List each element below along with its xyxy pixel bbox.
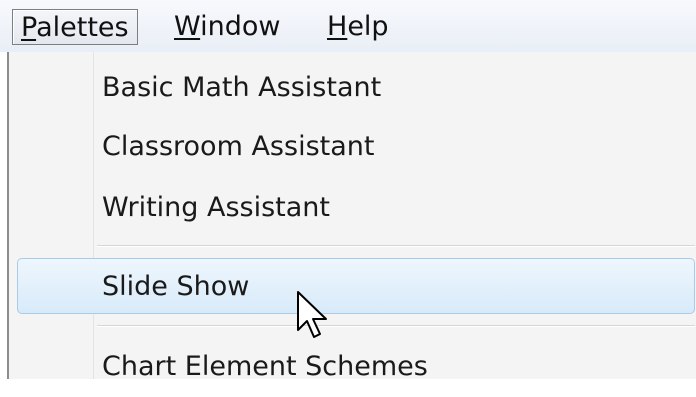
menu-help-label: elp [347,11,389,42]
menu-window[interactable]: Window [174,9,280,45]
menu-item-label: Chart Element Schemes [102,351,428,382]
palettes-dropdown-menu: Basic Math Assistant Classroom Assistant… [7,52,696,382]
menu-item-basic-math-assistant[interactable]: Basic Math Assistant [9,58,696,118]
menu-item-label: Writing Assistant [102,192,331,223]
menu-item-chart-element-schemes[interactable]: Chart Element Schemes [9,337,696,397]
menu-item-label: Basic Math Assistant [102,72,382,103]
menu-item-label: Classroom Assistant [102,131,375,162]
menu-palettes[interactable]: Palettes [12,9,138,45]
menu-window-label: indow [200,11,281,42]
menu-help-mnemonic: H [327,11,348,42]
menu-item-writing-assistant[interactable]: Writing Assistant [9,178,696,238]
menu-window-mnemonic: W [174,11,201,42]
menu-palettes-label: alettes [36,12,129,43]
menu-help[interactable]: Help [327,9,389,45]
menu-item-slide-show[interactable]: Slide Show [17,258,695,314]
menu-separator [97,245,695,247]
menu-bar: Palettes Window Help [0,0,696,52]
arrow-cursor-icon [297,291,327,338]
menu-item-label: Slide Show [102,271,250,302]
menu-palettes-mnemonic: P [21,12,37,43]
menu-separator [97,325,695,327]
menu-item-classroom-assistant[interactable]: Classroom Assistant [9,117,696,177]
